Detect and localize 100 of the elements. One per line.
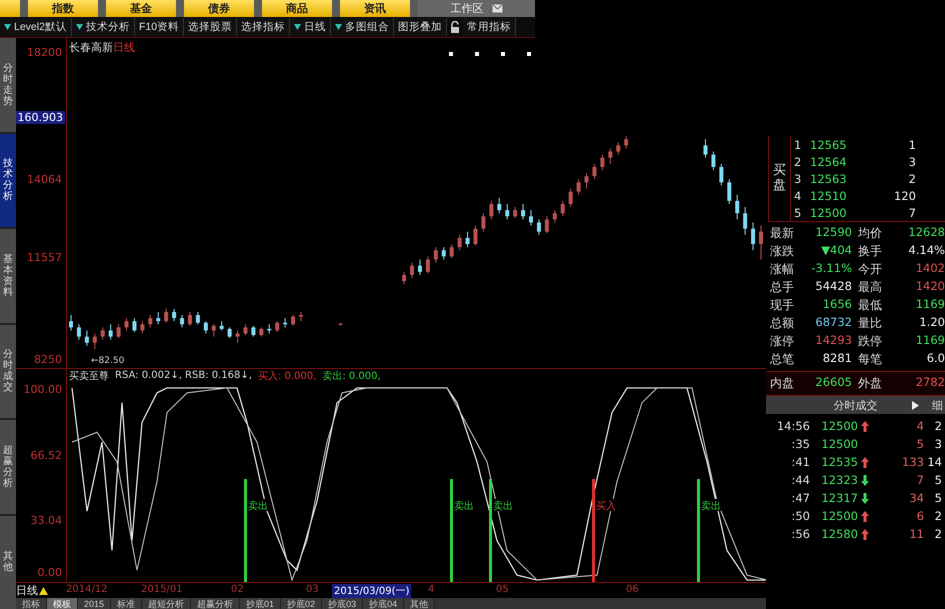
menu-tab[interactable]: 基金 xyxy=(106,0,176,17)
toolbar-menu[interactable]: 选择股票 xyxy=(184,18,238,36)
stat-label: 每笔 xyxy=(858,351,883,368)
play-icon[interactable] xyxy=(912,400,919,410)
candlestick xyxy=(100,326,105,340)
candlestick xyxy=(600,154,604,171)
stat-value: 1169 xyxy=(914,333,945,349)
stat-label: 内盘 xyxy=(770,375,795,392)
menu-tab[interactable]: 指数 xyxy=(28,0,98,17)
candlestick xyxy=(489,200,494,220)
up-arrow-icon xyxy=(861,420,869,432)
trade-volume: 34 xyxy=(908,491,924,505)
trade-time: :44 xyxy=(790,473,810,487)
stat-value: 68732 xyxy=(814,315,853,331)
stat-value: 4.14% xyxy=(907,243,945,259)
trade-count: 5 xyxy=(934,473,942,487)
toolbar-menu[interactable]: 技术分析 xyxy=(72,18,135,36)
indicator-tab[interactable]: 其他 xyxy=(404,598,436,609)
indicator-tab[interactable]: 抄底02 xyxy=(281,598,322,609)
down-arrow-icon xyxy=(861,474,869,486)
indicator-tab[interactable]: 超赢分析 xyxy=(191,598,240,609)
trade-price: 12500 xyxy=(820,437,858,451)
candlestick xyxy=(727,178,732,204)
indicator-tab[interactable]: 标准 xyxy=(111,598,142,609)
candlestick xyxy=(84,330,89,346)
toolbar-menu[interactable]: 常用指标 xyxy=(463,18,516,36)
candlestick xyxy=(299,311,303,322)
candlestick xyxy=(513,206,518,218)
candlestick xyxy=(544,216,549,234)
lock-icon[interactable] xyxy=(450,21,460,33)
candlestick xyxy=(497,197,502,214)
menu-tab[interactable]: 商品 xyxy=(262,0,332,17)
candlestick xyxy=(552,210,557,223)
menu-tab[interactable]: 资讯 xyxy=(340,0,410,17)
trade-volume: 4 xyxy=(916,419,924,433)
signal-label: 卖出 xyxy=(701,498,721,511)
bid-volume: 2 xyxy=(908,172,916,186)
up-arrow-icon xyxy=(861,528,869,540)
stat-label: 跌停 xyxy=(858,333,883,350)
side-tab[interactable]: 其他 xyxy=(0,516,16,609)
marker-icon xyxy=(449,52,453,56)
marker-icon xyxy=(527,52,531,56)
toolbar-menu[interactable]: 图形叠加 xyxy=(394,18,448,36)
date-label: 2015/03/09(一) xyxy=(332,584,412,598)
candlestick xyxy=(275,320,280,332)
candlestick xyxy=(442,246,446,260)
candlestick xyxy=(188,311,192,326)
axis-label: 14064 xyxy=(27,173,62,186)
workspace-button[interactable]: 工作区 xyxy=(418,0,535,17)
signal-label: 买入 xyxy=(596,498,616,511)
axis-label: 66.52 xyxy=(30,448,62,462)
candlestick xyxy=(759,225,763,260)
trade-volume: 133 xyxy=(901,455,924,469)
indicator-tab[interactable]: 超短分析 xyxy=(142,598,192,609)
candlestick xyxy=(156,311,160,325)
side-tab[interactable]: 分时成交 xyxy=(0,324,16,418)
indicator-tab[interactable]: 抄底03 xyxy=(322,598,364,609)
side-tab[interactable]: 基本资料 xyxy=(0,229,16,322)
stat-value: 54428 xyxy=(814,279,853,295)
toolbar-menu[interactable]: F10资料 xyxy=(134,18,184,36)
candlestick xyxy=(69,314,73,331)
indicator-value: 买入: 0.000, xyxy=(258,370,316,383)
stat-value: 1402 xyxy=(914,261,945,277)
stat-label: 最新 xyxy=(770,225,795,242)
detail-button[interactable]: 细 xyxy=(932,398,943,412)
indicator-tab[interactable]: 模板 xyxy=(47,598,78,609)
toolbar-menu[interactable]: Level2默认 xyxy=(0,18,72,36)
side-tab[interactable]: 分时走势 xyxy=(0,38,16,132)
trade-volume: 7 xyxy=(916,473,924,487)
trade-price: 12580 xyxy=(820,527,858,541)
side-tab[interactable]: 超赢分析 xyxy=(0,420,16,514)
candlestick xyxy=(592,163,596,180)
stock-name: 长春高新 xyxy=(69,41,113,54)
menu-tab[interactable]: 债券 xyxy=(184,0,254,17)
bid-price: 12564 xyxy=(810,154,848,168)
trade-time: :35 xyxy=(790,437,810,451)
side-tab[interactable]: 技术分析 xyxy=(0,134,16,227)
bid-price: 12510 xyxy=(810,188,848,202)
period-label: 日线 xyxy=(16,583,38,598)
indicator-tab[interactable]: 指标 xyxy=(16,598,47,609)
candlestick xyxy=(283,318,288,328)
dropdown-icon xyxy=(335,24,342,30)
stat-value: 2782 xyxy=(914,375,945,391)
stat-value: 12590 xyxy=(814,225,853,241)
trade-price: 12317 xyxy=(820,491,858,505)
toolbar-menu[interactable]: 选择指标 xyxy=(237,18,290,36)
toolbar-menu[interactable]: 多图组合 xyxy=(331,18,394,36)
candlestick xyxy=(719,163,724,186)
date-label: 06 xyxy=(626,584,639,596)
indicator-name: 买卖至尊 xyxy=(69,370,109,383)
candlestick xyxy=(291,314,296,326)
toolbar-menu[interactable]: 日线 xyxy=(290,18,332,36)
up-triangle-icon xyxy=(39,586,48,595)
indicator-tab[interactable]: 2015 xyxy=(78,598,112,609)
stat-label: 均价 xyxy=(858,225,883,242)
indicator-tab[interactable]: 抄底01 xyxy=(240,598,282,609)
candlestick xyxy=(92,333,97,350)
candlestick xyxy=(481,212,486,232)
candlestick xyxy=(434,246,438,264)
indicator-tab[interactable]: 抄底04 xyxy=(363,598,404,609)
